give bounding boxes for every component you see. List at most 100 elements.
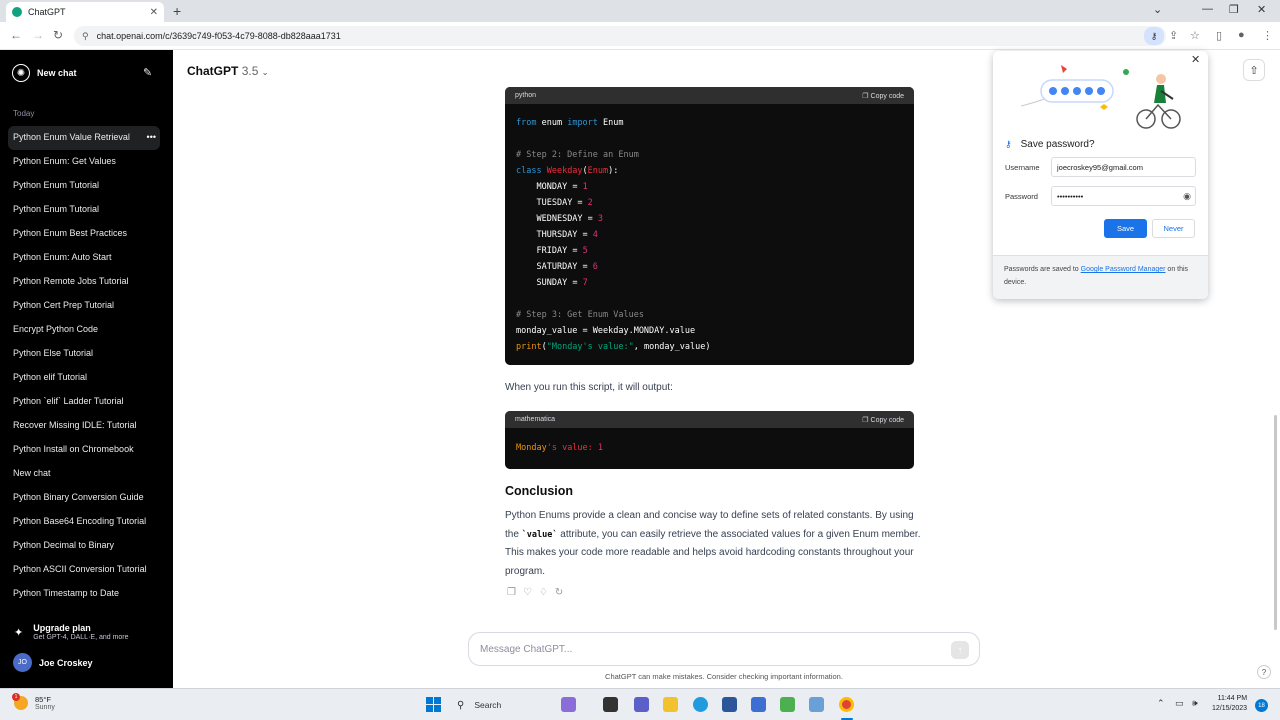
notepad-icon[interactable] — [780, 697, 795, 712]
sidebar: ✺ New chat ✎ Today Python Enum Value Ret… — [0, 50, 173, 688]
history-item[interactable]: Python Timestamp to Date — [8, 582, 160, 606]
side-panel-icon[interactable]: ▯ — [1216, 29, 1222, 42]
password-manager-link[interactable]: Google Password Manager — [1081, 266, 1166, 273]
maximize-icon[interactable]: ❐ — [1229, 3, 1239, 16]
history-item[interactable]: Python Enum Best Practices — [8, 222, 160, 246]
address-bar[interactable]: ⚲ chat.openai.com/c/3639c749-f053-4c79-8… — [74, 26, 1166, 46]
forward-icon[interactable]: → — [32, 28, 44, 42]
history-item[interactable]: Python Enum: Get Values — [8, 150, 160, 174]
history-item[interactable]: Python Binary Conversion Guide — [8, 486, 160, 510]
openai-logo-icon: ✺ — [12, 64, 30, 82]
history-item[interactable]: Python Else Tutorial — [8, 342, 160, 366]
history-item[interactable]: Python Base64 Encoding Tutorial — [8, 510, 160, 534]
browser-toolbar: ← → ↻ ⚲ chat.openai.com/c/3639c749-f053-… — [0, 22, 1280, 50]
app-icon[interactable] — [809, 697, 824, 712]
new-chat-button[interactable]: ✺ New chat — [12, 64, 77, 82]
code-content: Monday's value: 1 — [516, 443, 604, 453]
chevron-up-icon[interactable]: ⌃ — [1157, 698, 1165, 709]
reload-icon[interactable]: ↻ — [53, 28, 63, 42]
history-item[interactable]: Python `elif` Ladder Tutorial — [8, 390, 160, 414]
history-item[interactable]: Python Install on Chromebook — [8, 438, 160, 462]
history-item[interactable]: Python ASCII Conversion Tutorial — [8, 558, 160, 582]
chrome-menu-icon[interactable]: ⋮ — [1262, 29, 1273, 42]
volume-icon[interactable]: 🕪 — [1192, 698, 1198, 709]
minimize-icon[interactable]: — — [1202, 3, 1213, 15]
dialog-footer: Passwords are saved to Google Password M… — [993, 255, 1208, 299]
file-explorer-icon[interactable] — [663, 697, 678, 712]
bookmark-star-icon[interactable]: ☆ — [1190, 29, 1200, 42]
url-text: chat.openai.com/c/3639c749-f053-4c79-808… — [96, 31, 341, 41]
weather-condition: Sunny — [35, 704, 55, 711]
history-item[interactable]: Python Enum Tutorial — [8, 174, 160, 198]
regenerate-icon[interactable]: ↻ — [555, 587, 570, 598]
password-field[interactable]: •••••••••• ◉ — [1051, 186, 1196, 206]
chevron-down-icon: ⌄ — [261, 68, 269, 77]
history-item[interactable]: Python Enum Value Retrieval ••• — [8, 126, 160, 150]
save-password-dialog: ✕ ⚷ Save password? Username joecroskey95… — [993, 51, 1208, 299]
key-icon: ⚷ — [1005, 139, 1012, 149]
start-button[interactable] — [426, 697, 441, 712]
window-close-icon[interactable]: ✕ — [1257, 3, 1266, 16]
save-button[interactable]: Save — [1104, 219, 1147, 238]
new-tab-button[interactable]: + — [173, 3, 181, 19]
notification-badge[interactable]: 18 — [1255, 699, 1268, 712]
browser-tab-bar: ChatGPT ✕ + ⌄ — ❐ ✕ — [0, 0, 1280, 22]
chrome-icon[interactable] — [839, 697, 854, 712]
copy-icon[interactable]: ❐ — [507, 587, 523, 598]
history-item[interactable]: Python elif Tutorial — [8, 366, 160, 390]
eye-icon[interactable]: ◉ — [1183, 191, 1191, 202]
upgrade-title: Upgrade plan — [33, 623, 91, 633]
store-icon[interactable] — [722, 697, 737, 712]
history-item[interactable]: Recover Missing IDLE: Tutorial — [8, 414, 160, 438]
code-language: python — [515, 92, 537, 99]
upgrade-plan-button[interactable]: ✦ Upgrade plan Get GPT-4, DALL·E, and mo… — [14, 623, 129, 641]
never-button[interactable]: Never — [1152, 219, 1195, 238]
tab-search-chevron-icon[interactable]: ⌄ — [1153, 3, 1162, 16]
history-item[interactable]: Python Cert Prep Tutorial — [8, 294, 160, 318]
temperature: 85°F — [35, 695, 51, 704]
edit-icon[interactable]: ✎ — [143, 66, 152, 79]
edge-icon[interactable] — [693, 697, 708, 712]
weather-widget[interactable]: 1 85°F Sunny — [12, 693, 55, 711]
password-key-icon[interactable]: ⚷ — [1144, 27, 1164, 45]
help-button[interactable]: ? — [1257, 665, 1271, 679]
tab-close-icon[interactable]: ✕ — [150, 7, 158, 18]
user-name: Joe Croskey — [39, 657, 93, 668]
more-options-icon[interactable]: ••• — [147, 126, 156, 148]
share-icon[interactable]: ⇧ — [1243, 59, 1265, 81]
copy-code-button[interactable]: ❐ Copy code — [862, 416, 904, 424]
output-intro-text: When you run this script, it will output… — [505, 382, 673, 393]
teams-icon[interactable] — [634, 697, 649, 712]
model-selector[interactable]: ChatGPT 3.5 ⌄ — [187, 64, 268, 78]
history-item[interactable]: Python Enum: Auto Start — [8, 246, 160, 270]
clock-time: 11:44 PM — [1217, 695, 1248, 702]
system-clock[interactable]: 11:44 PM 12/15/2023 — [1212, 694, 1247, 714]
task-view-icon[interactable] — [603, 697, 618, 712]
thumbs-up-icon[interactable]: ♡ — [523, 587, 539, 598]
copy-code-button[interactable]: ❐ Copy code — [862, 92, 904, 100]
site-info-icon[interactable]: ⚲ — [82, 31, 89, 42]
message-actions: ❐♡♢↻ — [507, 587, 570, 598]
vscode-icon[interactable] — [751, 697, 766, 712]
history-item[interactable]: Python Remote Jobs Tutorial — [8, 270, 160, 294]
back-icon[interactable]: ← — [10, 28, 22, 42]
history-item[interactable]: Python Enum Tutorial — [8, 198, 160, 222]
message-input[interactable]: Message ChatGPT... ↑ — [468, 632, 980, 666]
username-field[interactable]: joecroskey95@gmail.com — [1051, 157, 1196, 177]
scrollbar-thumb[interactable] — [1274, 415, 1277, 630]
history-item[interactable]: New chat — [8, 462, 160, 486]
share-page-icon[interactable]: ⇪ — [1169, 29, 1178, 42]
network-icon[interactable]: ▭ — [1175, 698, 1184, 709]
weather-badge: 1 — [12, 693, 20, 701]
disclaimer-text: ChatGPT can make mistakes. Consider chec… — [605, 672, 843, 681]
user-menu[interactable]: JO Joe Croskey — [13, 653, 93, 672]
close-icon[interactable]: ✕ — [1191, 53, 1200, 66]
profile-icon[interactable]: ● — [1238, 29, 1245, 41]
thumbs-down-icon[interactable]: ♢ — [539, 587, 555, 598]
widgets-app-icon[interactable] — [561, 697, 576, 712]
send-icon[interactable]: ↑ — [951, 641, 969, 659]
taskbar-search[interactable]: ⚲ Search — [452, 695, 552, 715]
browser-tab[interactable]: ChatGPT ✕ — [6, 2, 164, 22]
history-item[interactable]: Encrypt Python Code — [8, 318, 160, 342]
history-item[interactable]: Python Decimal to Binary — [8, 534, 160, 558]
